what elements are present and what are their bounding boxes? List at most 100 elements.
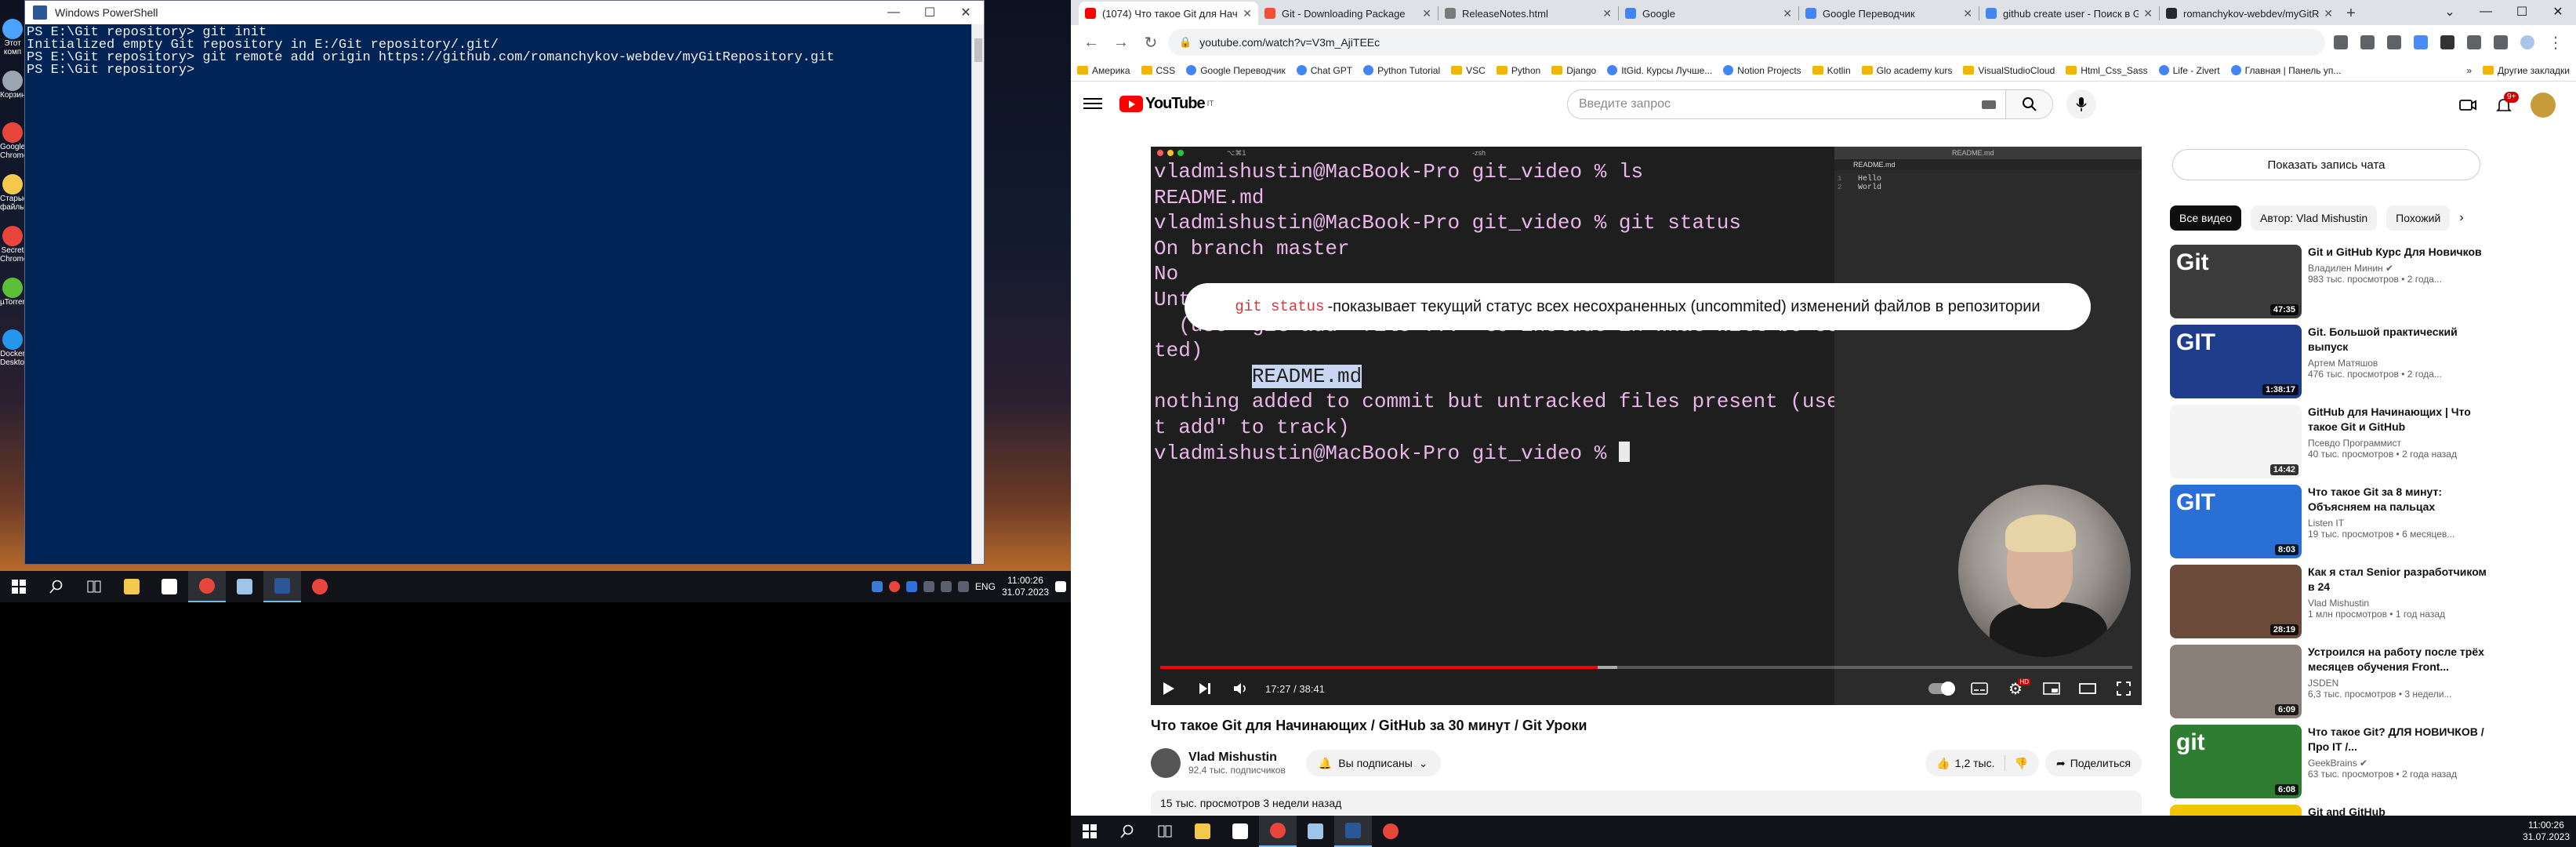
sidebar-icon[interactable]: [2494, 35, 2508, 49]
taskbar-store[interactable]: [151, 571, 188, 602]
clock[interactable]: 11:00:26 31.07.2023: [2523, 820, 2570, 843]
tab-close-icon[interactable]: ✕: [1243, 7, 1252, 20]
browser-tab[interactable]: github create user - Поиск в G... ✕: [1979, 2, 2159, 25]
extension-icon[interactable]: [2414, 35, 2428, 49]
clock[interactable]: 11:00:26 31.07.2023: [1002, 575, 1049, 598]
browser-tab[interactable]: Google ✕: [1619, 2, 1798, 25]
chevron-right-icon[interactable]: ›: [2459, 211, 2463, 225]
progress-bar[interactable]: [1160, 666, 2132, 669]
extensions-puzzle-icon[interactable]: [2467, 35, 2481, 49]
video-thumbnail[interactable]: 6:09: [2170, 645, 2302, 718]
extension-2-icon[interactable]: [2440, 35, 2454, 49]
theater-mode-button[interactable]: [2070, 672, 2106, 705]
menu-kebab-icon[interactable]: ⋮: [2543, 30, 2568, 55]
close-button[interactable]: ✕: [2540, 0, 2576, 24]
notifications-icon[interactable]: [1055, 581, 1066, 592]
network-icon[interactable]: [923, 581, 934, 592]
description-box[interactable]: 15 тыс. просмотров 3 недели назад: [1151, 791, 2142, 814]
desktop-shortcut[interactable]: Docker Desktop: [0, 328, 25, 378]
channel-name[interactable]: Псевдо Программист: [2308, 438, 2496, 449]
taskbar-explorer[interactable]: [113, 571, 151, 602]
channel-avatar[interactable]: [1151, 748, 1181, 778]
recommended-video[interactable]: 28:19 Как я стал Senior разработчиком в 2…: [2170, 565, 2499, 645]
channel-name[interactable]: GeekBrains ✔: [2308, 758, 2496, 769]
bookmark-item[interactable]: ItGid. Курсы Лучше...: [1607, 65, 1712, 76]
video-title[interactable]: Что такое Git? ДЛЯ НОВИЧКОВ / Про IT /..…: [2308, 725, 2496, 754]
taskbar-explorer[interactable]: [1184, 816, 1221, 847]
task-view-button[interactable]: [1146, 816, 1184, 847]
bookmark-item[interactable]: Python: [1496, 65, 1540, 76]
maximize-button[interactable]: ☐: [2504, 0, 2540, 24]
minimize-button[interactable]: —: [2468, 0, 2504, 24]
video-title[interactable]: Git. Большой практический выпуск: [2308, 325, 2496, 354]
bookmark-item[interactable]: Главная | Панель уп...: [2230, 65, 2341, 76]
channel-name[interactable]: Listen IT: [2308, 518, 2496, 529]
autoplay-toggle[interactable]: [1928, 682, 1955, 696]
hamburger-menu-icon[interactable]: [1083, 98, 1102, 109]
video-thumbnail[interactable]: git 6:08: [2170, 725, 2302, 798]
recommended-video[interactable]: 14:42 GitHub для Начинающих | Что такое G…: [2170, 405, 2499, 485]
bookmark-item[interactable]: Glo academy kurs: [1861, 65, 1952, 76]
voice-search-button[interactable]: [2066, 89, 2096, 119]
video-thumbnail[interactable]: GIT 1:38:17: [2170, 325, 2302, 398]
youtube-logo[interactable]: YouTube IT: [1119, 95, 1214, 113]
new-tab-button[interactable]: +: [2339, 2, 2363, 25]
video-title[interactable]: Устроился на работу после трёх месяцев о…: [2308, 645, 2496, 674]
bookmark-star-icon[interactable]: [2387, 35, 2401, 49]
notifications-bell[interactable]: 9+: [2494, 92, 2520, 115]
tab-close-icon[interactable]: ✕: [1422, 7, 1431, 20]
bookmark-item[interactable]: Америка: [1077, 65, 1130, 76]
miniplayer-button[interactable]: [2034, 672, 2070, 705]
video-title[interactable]: Как я стал Senior разработчиком в 24: [2308, 565, 2496, 594]
video-thumbnail[interactable]: 14:42: [2170, 405, 2302, 478]
bookmark-item[interactable]: Google Переводчик: [1186, 65, 1286, 76]
language-indicator[interactable]: ENG: [975, 581, 996, 592]
profile-avatar[interactable]: [2520, 35, 2534, 49]
recommended-video[interactable]: 6:09 Устроился на работу после трёх месяц…: [2170, 645, 2499, 725]
user-avatar[interactable]: [2531, 93, 2556, 118]
back-button[interactable]: ←: [1079, 30, 1104, 55]
bookmark-item[interactable]: VSC: [1451, 65, 1486, 76]
filter-chip[interactable]: Похожий: [2386, 205, 2451, 231]
volume-icon[interactable]: [957, 581, 969, 592]
desktop-shortcut[interactable]: Старые файлы: [0, 173, 25, 223]
wifi-icon[interactable]: [940, 581, 952, 592]
search-button[interactable]: [2006, 89, 2053, 119]
taskbar-store[interactable]: [1221, 816, 1259, 847]
taskbar-app[interactable]: [1297, 816, 1334, 847]
show-chat-replay-button[interactable]: Показать запись чата: [2172, 149, 2480, 180]
video-thumbnail[interactable]: GIT 8:03: [2170, 485, 2302, 558]
tab-close-icon[interactable]: ✕: [1602, 7, 1612, 20]
settings-button[interactable]: ⚙ HD: [1997, 672, 2034, 705]
channel-name[interactable]: Артем Матяшов: [2308, 358, 2496, 369]
search-button[interactable]: [1108, 816, 1146, 847]
other-bookmarks-folder[interactable]: Другие закладки: [2483, 65, 2570, 76]
share-button[interactable]: ➦ Поделиться: [2044, 750, 2142, 776]
taskbar-powershell[interactable]: [1334, 816, 1372, 847]
recommended-video[interactable]: GIT 8:03 Что такое Git за 8 минут: Объясня…: [2170, 485, 2499, 565]
channel-name[interactable]: Владилен Минин ✔: [2308, 263, 2496, 274]
taskbar-chrome-2[interactable]: [301, 571, 339, 602]
scrollbar-thumb[interactable]: [974, 38, 982, 62]
start-button[interactable]: [0, 571, 38, 602]
close-button[interactable]: ✕: [948, 1, 984, 24]
reload-button[interactable]: ↻: [1138, 30, 1163, 55]
bookmark-item[interactable]: Django: [1551, 65, 1596, 76]
desktop-shortcut[interactable]: Корзина: [0, 69, 25, 119]
bookmark-item[interactable]: Html_Css_Sass: [2066, 65, 2148, 76]
channel-name[interactable]: Vlad Mishustin: [2308, 598, 2496, 609]
install-icon[interactable]: [2334, 35, 2348, 49]
recommended-video[interactable]: Git 47:35 Git и GitHub Курс Для Новичков Вл…: [2170, 245, 2499, 325]
powershell-window[interactable]: Windows PowerShell — ☐ ✕ PS E:\Git repos…: [24, 0, 985, 565]
address-bar[interactable]: 🔒 youtube.com/watch?v=V3m_AjiTEEc: [1168, 29, 2325, 56]
channel-name[interactable]: Vlad Mishustin: [1188, 751, 1286, 765]
filter-chip[interactable]: Все видео: [2170, 205, 2242, 231]
powershell-scrollbar[interactable]: [971, 24, 984, 564]
desktop-shortcut[interactable]: Secret Chrome: [0, 224, 25, 274]
minimize-button[interactable]: —: [876, 1, 912, 24]
powershell-console[interactable]: PS E:\Git repository> git init Initialize…: [25, 24, 971, 564]
recommended-video[interactable]: GIT 1:38:17 Git. Большой практический выпу…: [2170, 325, 2499, 405]
browser-tab[interactable]: romanchykov-webdev/myGitRe... ✕: [2160, 2, 2339, 25]
search-input[interactable]: Введите запрос: [1567, 89, 2006, 119]
subtitles-button[interactable]: [1961, 672, 1997, 705]
